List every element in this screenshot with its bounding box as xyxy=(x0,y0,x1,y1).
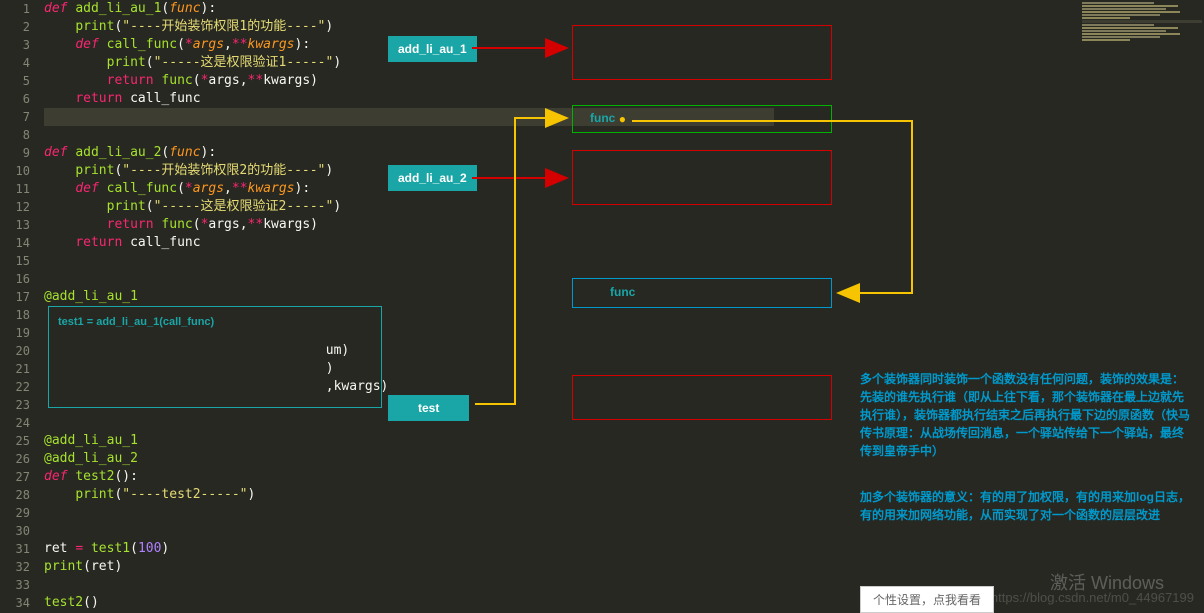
minimap[interactable] xyxy=(1082,2,1202,62)
chip-test: test xyxy=(388,395,469,421)
line-number: 29 xyxy=(0,504,30,522)
line-number: 17 xyxy=(0,288,30,306)
line-number: 15 xyxy=(0,252,30,270)
label-func-1: func ● xyxy=(590,111,626,126)
rect-red-2 xyxy=(572,150,832,205)
line-number: 1 xyxy=(0,0,30,18)
code-line: @add_li_au_2 xyxy=(44,450,774,468)
code-line: print("----test2-----") xyxy=(44,486,774,504)
line-number: 20 xyxy=(0,342,30,360)
code-line: print(ret) xyxy=(44,558,774,576)
line-number: 18 xyxy=(0,306,30,324)
code-line xyxy=(44,252,774,270)
line-number: 23 xyxy=(0,396,30,414)
popup-personalize[interactable]: 个性设置，点我看看 xyxy=(860,586,994,613)
line-number: 28 xyxy=(0,486,30,504)
code-line xyxy=(44,522,774,540)
line-number: 7 xyxy=(0,108,30,126)
line-number: 27 xyxy=(0,468,30,486)
line-number: 13 xyxy=(0,216,30,234)
line-number: 19 xyxy=(0,324,30,342)
line-number: 24 xyxy=(0,414,30,432)
line-number: 22 xyxy=(0,378,30,396)
line-number: 14 xyxy=(0,234,30,252)
code-line xyxy=(44,504,774,522)
line-number: 30 xyxy=(0,522,30,540)
line-number: 4 xyxy=(0,54,30,72)
line-number: 8 xyxy=(0,126,30,144)
chip-add-li-au-2: add_li_au_2 xyxy=(388,165,477,191)
line-number: 33 xyxy=(0,576,30,594)
line-number: 32 xyxy=(0,558,30,576)
code-line: @add_li_au_1 xyxy=(44,432,774,450)
rect-red-3 xyxy=(572,375,832,420)
line-number: 25 xyxy=(0,432,30,450)
line-number: 26 xyxy=(0,450,30,468)
line-number: 21 xyxy=(0,360,30,378)
line-number: 31 xyxy=(0,540,30,558)
line-number: 3 xyxy=(0,36,30,54)
label-func-2: func xyxy=(610,285,635,299)
explain-2: 加多个装饰器的意义：有的用了加权限，有的用来加log日志，有的用来加网络功能，从… xyxy=(860,488,1190,524)
csdn-watermark: https://blog.csdn.net/m0_44967199 xyxy=(991,590,1194,605)
code-line: def test2(): xyxy=(44,468,774,486)
line-number: 10 xyxy=(0,162,30,180)
line-number: 6 xyxy=(0,90,30,108)
line-number: 5 xyxy=(0,72,30,90)
explain-1: 多个装饰器同时装饰一个函数没有任何问题，装饰的效果是：先装的谁先执行谁（即从上往… xyxy=(860,370,1190,460)
rect-red-1 xyxy=(572,25,832,80)
label-test1: test1 = add_li_au_1(call_func) xyxy=(58,316,214,328)
code-line: def add_li_au_1(func): xyxy=(44,0,774,18)
line-number: 2 xyxy=(0,18,30,36)
line-number: 9 xyxy=(0,144,30,162)
code-line: ret = test1(100) xyxy=(44,540,774,558)
line-number: 34 xyxy=(0,594,30,612)
line-number: 12 xyxy=(0,198,30,216)
code-line: return func(*args,**kwargs) xyxy=(44,216,774,234)
line-gutter: 1234567891011121314151617181920212223242… xyxy=(0,0,38,613)
code-line: return call_func xyxy=(44,234,774,252)
line-number: 16 xyxy=(0,270,30,288)
chip-add-li-au-1: add_li_au_1 xyxy=(388,36,477,62)
code-line: test2() xyxy=(44,594,774,612)
code-line xyxy=(44,576,774,594)
line-number: 11 xyxy=(0,180,30,198)
